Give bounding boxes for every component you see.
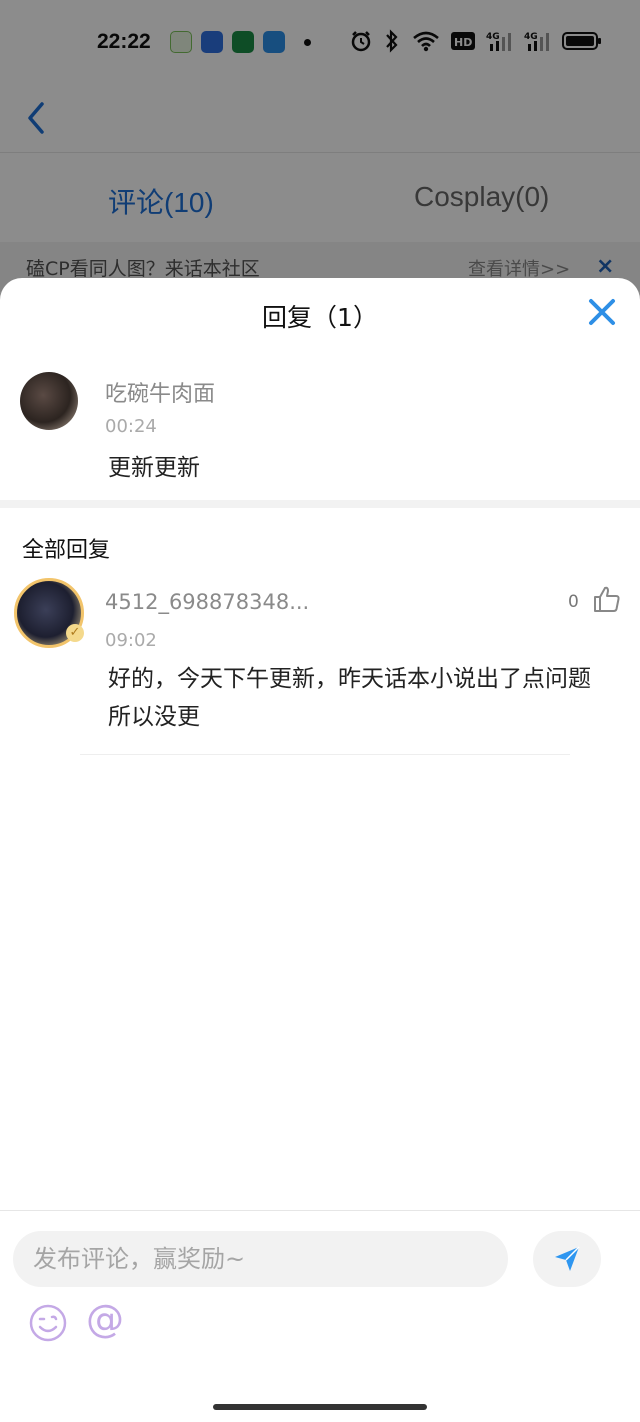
emoji-icon[interactable] xyxy=(28,1303,68,1343)
close-icon[interactable] xyxy=(586,296,618,328)
home-indicator[interactable] xyxy=(213,1404,427,1410)
comment-time: 00:24 xyxy=(105,416,157,437)
original-comment: 吃碗牛肉面 00:24 更新更新 xyxy=(0,358,640,502)
send-icon xyxy=(555,1246,580,1271)
comment-username[interactable]: 吃碗牛肉面 xyxy=(105,376,215,408)
section-divider xyxy=(0,500,640,508)
comment-input[interactable] xyxy=(13,1231,508,1287)
reply-separator xyxy=(80,754,570,755)
comment-text: 更新更新 xyxy=(108,455,200,481)
reply-sheet: 回复（1） 吃碗牛肉面 00:24 更新更新 全部回复 ✓ 4512_69887… xyxy=(0,278,640,1422)
like-count: 0 xyxy=(568,592,579,612)
mention-button[interactable]: @ xyxy=(86,1297,124,1341)
avatar[interactable] xyxy=(20,372,78,430)
thumbs-up-icon[interactable] xyxy=(592,584,622,614)
reply-username[interactable]: 4512_698878348... xyxy=(105,590,309,614)
all-replies-heading: 全部回复 xyxy=(22,538,111,563)
reply-time: 09:02 xyxy=(105,630,157,651)
verified-badge-icon: ✓ xyxy=(66,624,84,642)
reply-item[interactable]: ✓ 4512_698878348... 09:02 好的，今天下午更新，昨天话本… xyxy=(0,572,640,756)
sheet-title: 回复（1） xyxy=(262,303,378,332)
reply-text: 好的，今天下午更新，昨天话本小说出了点问题所以没更 xyxy=(108,666,591,730)
send-button[interactable] xyxy=(533,1231,601,1287)
comment-input-bar: @ xyxy=(0,1210,640,1392)
